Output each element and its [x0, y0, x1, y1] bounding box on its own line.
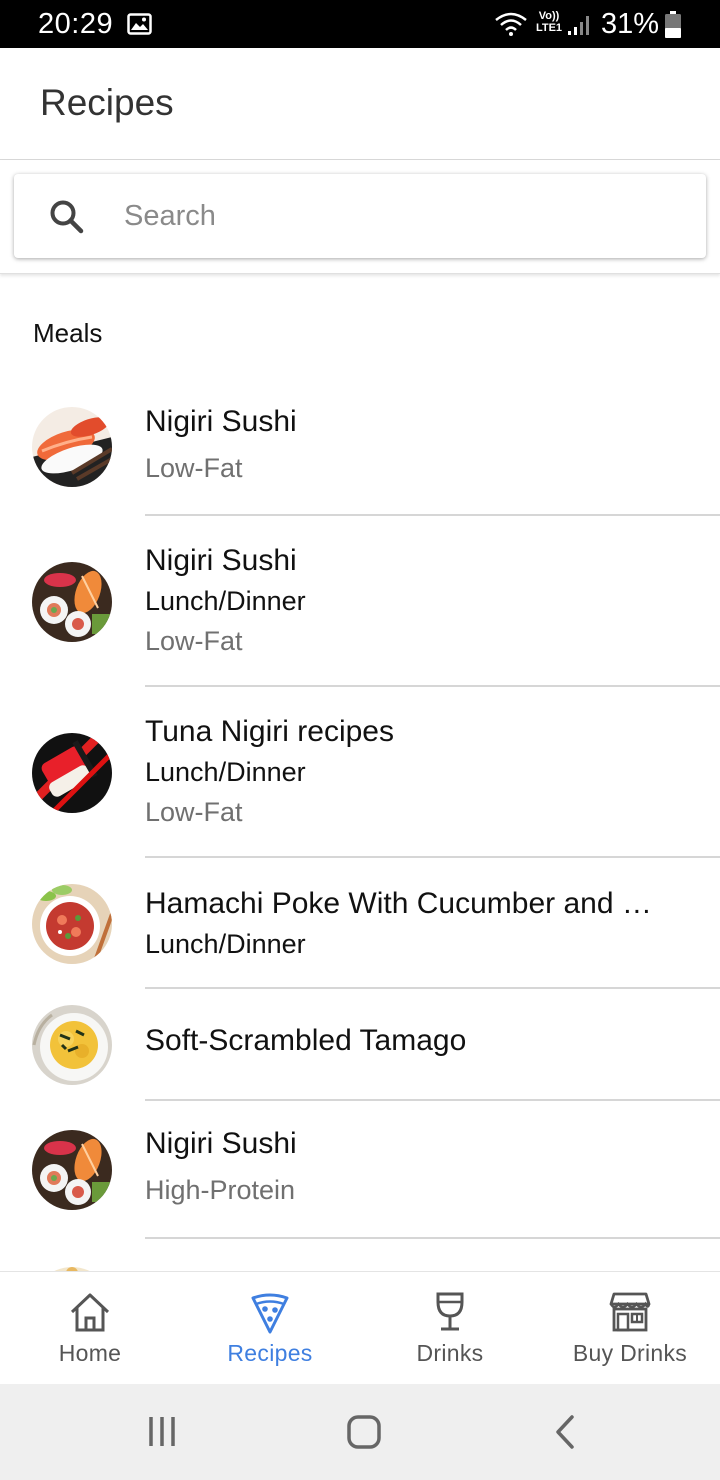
search-input[interactable] [124, 192, 684, 240]
nav-label-home: Home [58, 1340, 122, 1366]
section-title-meals: Meals [33, 318, 103, 348]
nav-recipes[interactable]: Recipes [180, 1272, 360, 1385]
search-icon [50, 200, 84, 234]
recipe-meal-type: Lunch/Dinner [145, 586, 306, 616]
system-navigation-bar [0, 1384, 720, 1480]
sushi-platter-image [32, 1130, 112, 1210]
sushi-platter-image [32, 562, 112, 642]
volte-indicator: Vo)) LTE1 [535, 10, 563, 34]
pizza-slice-icon [251, 1293, 289, 1334]
recipe-diet-tag: Low-Fat [145, 453, 243, 483]
nav-drinks[interactable]: Drinks [360, 1272, 540, 1385]
list-item[interactable]: Nigiri Sushi High-Protein [0, 1101, 720, 1239]
bottom-navigation: Home Recipes Drinks Buy Drinks [0, 1271, 720, 1384]
list-item[interactable]: Hamachi Poke With Cucumber and Sesame Lu… [0, 858, 720, 989]
list-item[interactable] [0, 1239, 720, 1272]
list-item[interactable]: Tuna Nigiri recipes Lunch/Dinner Low-Fat [0, 687, 720, 858]
battery-percent: 31% [601, 8, 660, 40]
recipe-diet-tag: Low-Fat [145, 797, 243, 827]
recipe-title: Soft-Scrambled Tamago [145, 1024, 467, 1057]
battery-icon [665, 11, 681, 38]
recipe-diet-tag: High-Protein [145, 1175, 296, 1205]
list-item[interactable]: Soft-Scrambled Tamago [0, 989, 720, 1101]
search-bar[interactable] [14, 174, 706, 258]
nigiri-sushi-image [32, 407, 112, 487]
image-notification-icon [127, 13, 152, 35]
list-item[interactable]: Nigiri Sushi Low-Fat [0, 376, 720, 516]
nav-label-recipes: Recipes [227, 1340, 313, 1366]
recipe-title: Tuna Nigiri recipes [145, 715, 394, 748]
nav-buy-drinks[interactable]: Buy Drinks [540, 1272, 720, 1385]
recipe-diet-tag: Low-Fat [145, 626, 243, 656]
meals-list[interactable]: Nigiri Sushi Low-Fat Nigiri Sushi Lunch/… [0, 376, 720, 1272]
wine-glass-icon [436, 1292, 464, 1331]
status-bar: 20:29 Vo)) LTE1 31% [0, 0, 720, 48]
list-item[interactable]: Nigiri Sushi Lunch/Dinner Low-Fat [0, 516, 720, 687]
app-bar: Recipes [0, 48, 720, 160]
recent-apps-icon[interactable] [142, 1412, 182, 1452]
wifi-icon [495, 12, 527, 36]
tamago-image [32, 1005, 112, 1085]
status-time: 20:29 [38, 8, 114, 40]
nav-home[interactable]: Home [0, 1272, 180, 1385]
search-container [0, 160, 720, 274]
poke-bowl-image [32, 884, 112, 964]
signal-strength-icon [568, 16, 589, 35]
recipe-title: Nigiri Sushi [145, 544, 297, 577]
nav-label-buy-drinks: Buy Drinks [572, 1340, 688, 1366]
page-title: Recipes [40, 82, 174, 123]
store-icon [609, 1292, 651, 1332]
recipe-title: Hamachi Poke With Cucumber and Sesame [145, 887, 670, 920]
tuna-nigiri-image [32, 733, 112, 813]
recipe-title: Nigiri Sushi [145, 1127, 297, 1160]
home-icon [70, 1293, 110, 1332]
nav-label-drinks: Drinks [416, 1340, 484, 1366]
recipe-meal-type: Lunch/Dinner [145, 929, 306, 959]
home-button-icon[interactable] [344, 1412, 384, 1452]
back-icon[interactable] [546, 1412, 586, 1452]
recipe-meal-type: Lunch/Dinner [145, 757, 306, 787]
recipe-title: Nigiri Sushi [145, 405, 297, 438]
